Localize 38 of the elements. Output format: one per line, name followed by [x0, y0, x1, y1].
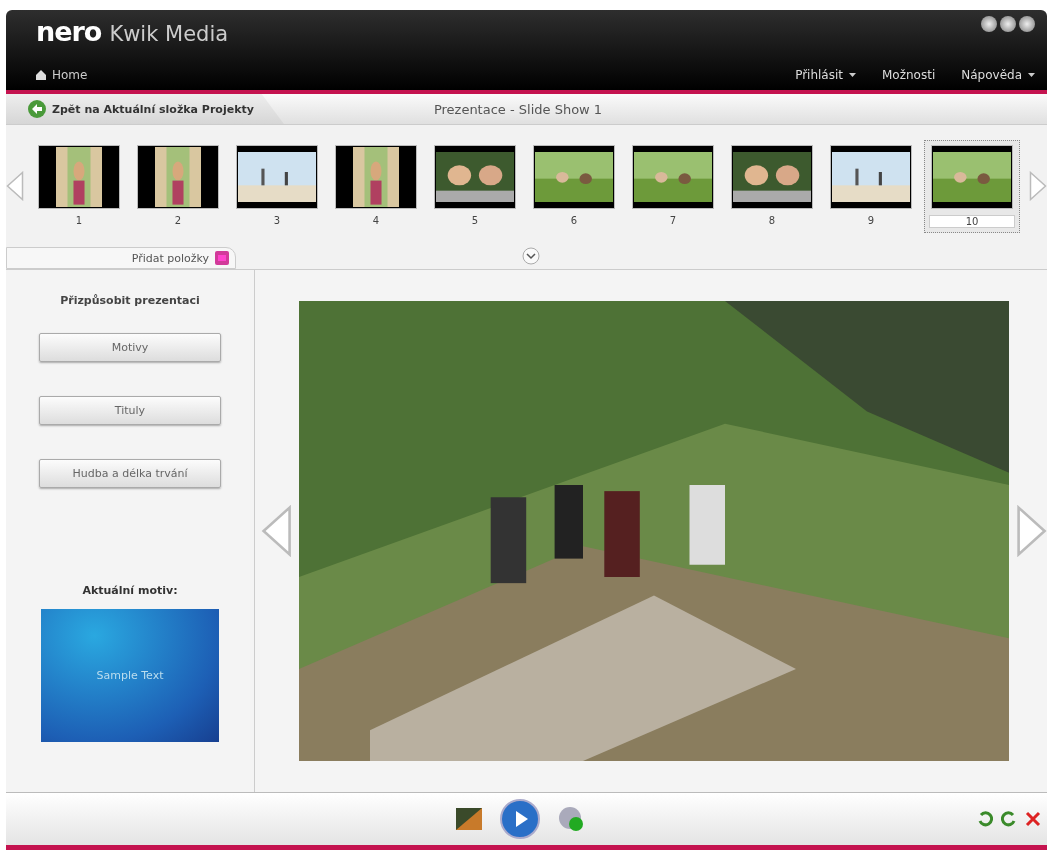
slide-number: 3 [273, 214, 281, 226]
delete-icon[interactable] [1025, 811, 1041, 827]
play-button[interactable] [500, 799, 540, 839]
slide-number: 9 [867, 214, 875, 226]
caret-icon [849, 73, 856, 77]
option-button[interactable]: Hudba a délka trvání [39, 459, 221, 488]
close-button[interactable] [1019, 16, 1035, 32]
slide-number: 2 [174, 214, 182, 226]
slide-number: 10 [929, 214, 1015, 228]
menu-item[interactable]: Nápověda [961, 68, 1035, 82]
slide-number: 5 [471, 214, 479, 226]
app-title: Kwik Media [109, 22, 229, 46]
option-button[interactable]: Motivy [39, 333, 221, 362]
slide-number: 6 [570, 214, 578, 226]
back-button[interactable]: Zpět na Aktuální složka Projekty [6, 94, 284, 124]
expand-icon[interactable] [522, 247, 540, 265]
slide-number: 4 [372, 214, 380, 226]
option-button[interactable]: Tituly [39, 396, 221, 425]
minimize-button[interactable] [981, 16, 997, 32]
home-link[interactable]: Home [36, 68, 229, 82]
home-icon [36, 70, 46, 80]
add-media-icon [215, 251, 229, 265]
panel-title: Přizpůsobit prezentaci [60, 294, 200, 307]
slide-number: 7 [669, 214, 677, 226]
page-title: Prezentace - Slide Show 1 [433, 101, 603, 117]
slide-number: 1 [75, 214, 83, 226]
menu-item[interactable]: Přihlásit [795, 68, 856, 82]
menu-item[interactable]: Možnosti [882, 68, 936, 82]
redo-icon[interactable] [1001, 811, 1017, 827]
add-items-tab[interactable]: Přidat položky [6, 247, 236, 269]
brand-logo: nero [36, 16, 102, 47]
slide-number: 8 [768, 214, 776, 226]
slide-thumbnail[interactable]: 10 [924, 139, 1020, 233]
maximize-button[interactable] [1000, 16, 1016, 32]
theme-label: Aktuální motiv: [82, 584, 178, 597]
undo-icon[interactable] [977, 811, 993, 827]
image-edit-icon[interactable] [456, 808, 482, 830]
caret-icon [1028, 73, 1035, 77]
